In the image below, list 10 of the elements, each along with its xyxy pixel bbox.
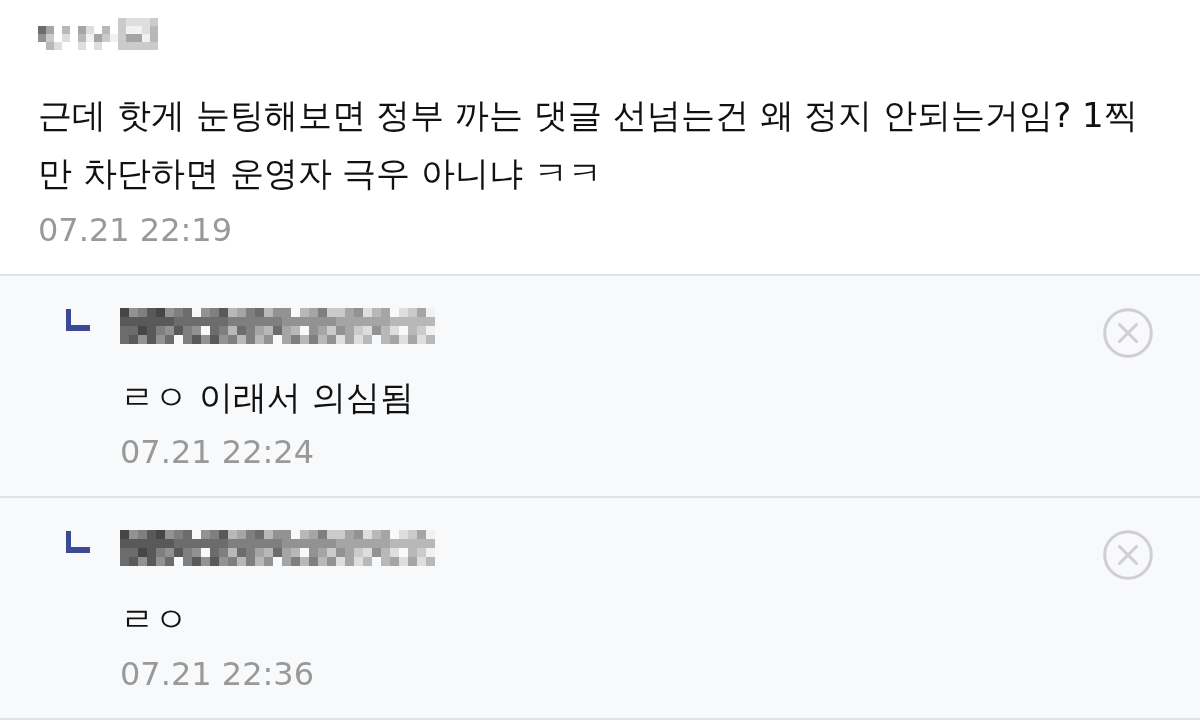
comment-time: 07.21 22:19 xyxy=(38,210,232,250)
delete-icon[interactable] xyxy=(1103,530,1153,580)
corner-icon xyxy=(66,309,90,331)
reply-time: 07.21 22:36 xyxy=(120,654,314,694)
comment-text: 근데 핫게 눈팅해보면 정부 까는 댓글 선넘는건 왜 정지 안되는거임? 1찍만 차단하면 운영자 극우 아니냐 ㅋㅋ xyxy=(38,94,1139,195)
reply-text: ㄹㅇ 이래서 의심됨 xyxy=(120,376,415,419)
delete-icon[interactable] xyxy=(1103,308,1153,358)
corner-icon xyxy=(66,531,90,553)
reply-text: ㄹㅇ xyxy=(120,598,189,641)
reply-time: 07.21 22:24 xyxy=(120,432,314,472)
